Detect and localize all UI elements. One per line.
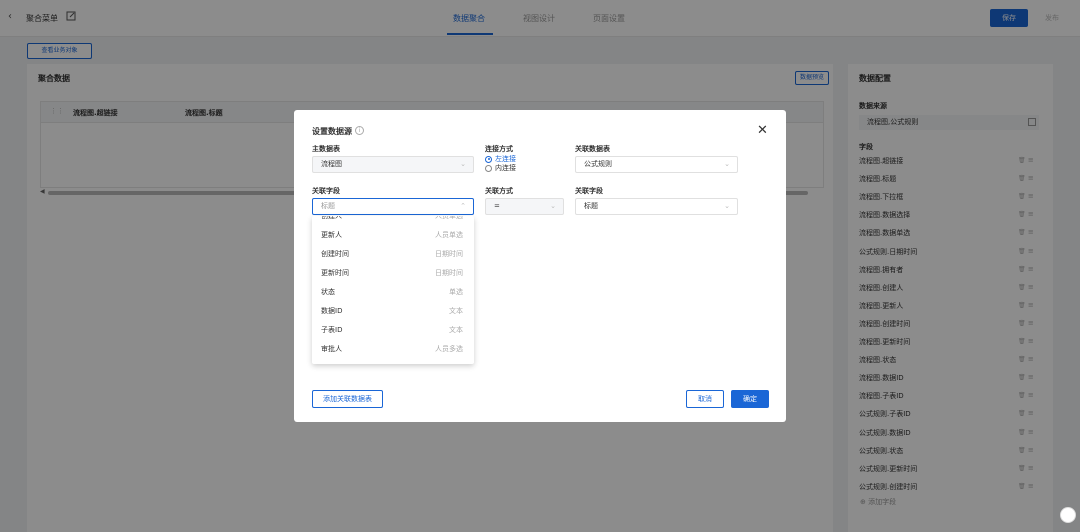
dropdown-option[interactable]: 更新人 人员单选 <box>312 225 474 244</box>
related-table-label: 关联数据表 <box>575 145 610 153</box>
option-type: 文本 <box>449 326 463 334</box>
main-table-select[interactable]: 流程图 ⌄ <box>312 156 474 173</box>
relation-value: = <box>494 202 500 210</box>
option-name: 更新人 <box>321 231 342 239</box>
add-related-table-button[interactable]: 添加关联数据表 <box>312 390 383 408</box>
close-icon[interactable]: ✕ <box>757 123 768 138</box>
assistant-badge-icon[interactable] <box>1060 507 1076 523</box>
option-name: 审批人 <box>321 345 342 353</box>
option-name: 子表ID <box>321 326 343 334</box>
dropdown-option[interactable]: 数据ID 文本 <box>312 301 474 320</box>
radio-inner-join-label: 内连接 <box>495 164 516 172</box>
related-field-label: 关联字段 <box>312 187 340 195</box>
chevron-down-icon: ⌄ <box>550 202 556 210</box>
radio-unchecked-icon <box>485 164 492 172</box>
info-icon[interactable]: i <box>355 126 364 135</box>
dropdown-option[interactable]: 子表ID 文本 <box>312 320 474 339</box>
chevron-up-icon: ⌃ <box>460 202 466 210</box>
option-name: 创建人 <box>321 216 342 220</box>
option-name: 更新时间 <box>321 269 349 277</box>
related-field-select[interactable]: 标题 ⌃ <box>312 198 474 215</box>
option-type: 人员单选 <box>435 231 463 239</box>
option-type: 日期时间 <box>435 250 463 258</box>
dropdown-option[interactable]: 更新时间 日期时间 <box>312 263 474 282</box>
set-data-source-dialog: 设置数据源 i ✕ 主数据表 流程图 ⌄ 连接方式 左连接 内连接 关联数据表 … <box>294 110 786 422</box>
main-table-label: 主数据表 <box>312 145 340 153</box>
chevron-down-icon: ⌄ <box>460 160 466 168</box>
target-field-value: 标题 <box>584 202 598 210</box>
dropdown-option[interactable]: 状态 单选 <box>312 282 474 301</box>
field-dropdown-menu: 创建人 人员单选 更新人 人员单选 创建时间 日期时间 更新时间 日期时间 状态 单选 数据ID 文本… <box>312 216 474 364</box>
relation-label: 关联方式 <box>485 187 513 195</box>
cancel-button[interactable]: 取消 <box>686 390 724 408</box>
option-name: 状态 <box>321 288 335 296</box>
radio-left-join-label: 左连接 <box>495 155 516 163</box>
dropdown-option[interactable]: 创建时间 日期时间 <box>312 244 474 263</box>
target-field-label: 关联字段 <box>575 187 603 195</box>
related-table-value: 公式规则 <box>584 160 612 168</box>
relation-select[interactable]: = ⌄ <box>485 198 564 215</box>
option-type: 人员多选 <box>435 345 463 353</box>
dropdown-option[interactable]: 审批人 人员多选 <box>312 339 474 358</box>
chevron-down-icon: ⌄ <box>724 202 730 210</box>
dropdown-option[interactable]: 创建人 人员单选 <box>312 216 474 225</box>
option-type: 人员单选 <box>435 216 463 220</box>
confirm-button[interactable]: 确定 <box>731 390 769 408</box>
join-type-label: 连接方式 <box>485 145 513 153</box>
main-table-value: 流程图 <box>321 160 342 168</box>
related-table-select[interactable]: 公式规则 ⌄ <box>575 156 738 173</box>
related-field-placeholder: 标题 <box>321 202 335 210</box>
target-field-select[interactable]: 标题 ⌄ <box>575 198 738 215</box>
option-type: 文本 <box>449 307 463 315</box>
radio-checked-icon <box>485 155 492 163</box>
dialog-title: 设置数据源 <box>312 127 352 136</box>
radio-inner-join[interactable]: 内连接 <box>485 163 516 173</box>
option-type: 日期时间 <box>435 269 463 277</box>
option-name: 创建时间 <box>321 250 349 258</box>
option-name: 数据ID <box>321 307 343 315</box>
option-type: 单选 <box>449 288 463 296</box>
chevron-down-icon: ⌄ <box>724 160 730 168</box>
